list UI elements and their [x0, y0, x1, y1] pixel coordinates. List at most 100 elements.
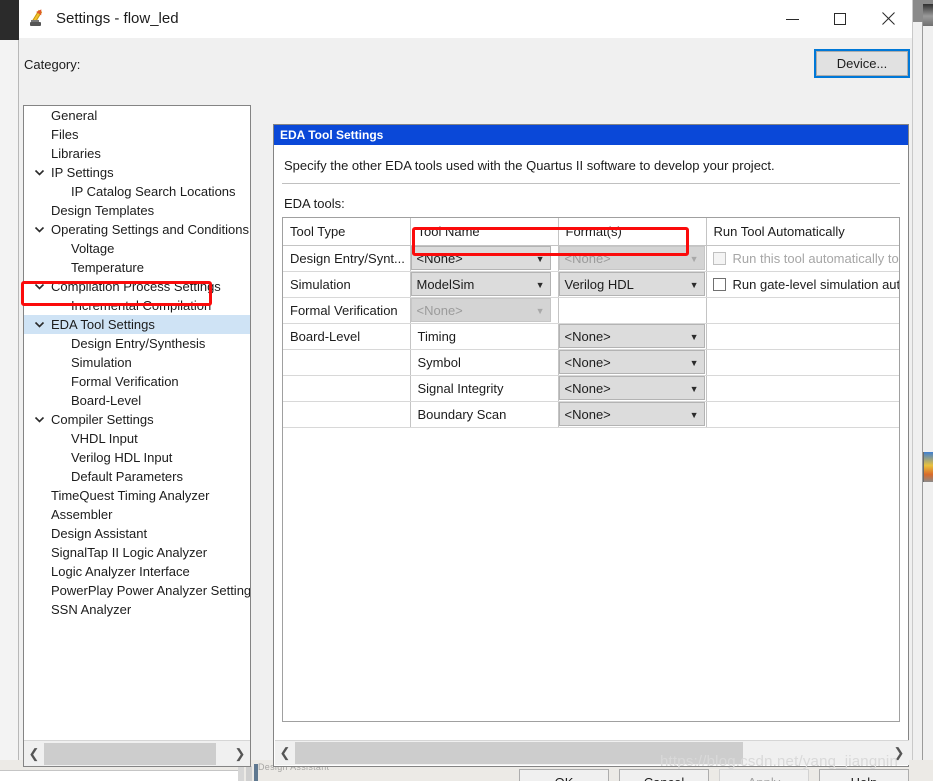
close-button[interactable] — [864, 0, 912, 38]
table-row[interactable]: Formal Verification <None> ▼ — [283, 297, 899, 324]
chevron-down-icon[interactable] — [33, 410, 46, 429]
pencil-icon — [28, 7, 50, 30]
sidebar-item-incremental-compilation[interactable]: Incremental Compilation — [24, 296, 250, 315]
run-tool-cell: Run this tool automatically to synth — [706, 245, 899, 272]
help-button[interactable]: Help — [819, 769, 909, 781]
cancel-button[interactable]: Cancel — [619, 769, 709, 781]
sidebar-item-verilog-hdl-input[interactable]: Verilog HDL Input — [24, 448, 250, 467]
chevron-down-icon[interactable] — [33, 220, 46, 239]
sidebar-item-compiler-settings[interactable]: Compiler Settings — [24, 410, 250, 429]
column-header: Tool Type — [283, 218, 411, 246]
empty-cell — [706, 349, 899, 376]
chevron-down-icon[interactable] — [33, 277, 46, 296]
sidebar-item-vhdl-input[interactable]: VHDL Input — [24, 429, 250, 448]
panel-scroll-track[interactable] — [295, 741, 889, 765]
format-dropdown[interactable]: Verilog HDL ▼ — [558, 272, 705, 296]
sidebar-item-general[interactable]: General — [24, 106, 250, 125]
sidebar-item-ip-catalog-search-locations[interactable]: IP Catalog Search Locations — [24, 182, 250, 201]
format-dropdown[interactable]: <None> ▼ — [558, 402, 705, 426]
sidebar-item-eda-tool-settings[interactable]: EDA Tool Settings — [24, 315, 250, 334]
sidebar-item-label: Logic Analyzer Interface — [51, 564, 190, 579]
sidebar-item-board-level[interactable]: Board-Level — [24, 391, 250, 410]
chevron-down-icon[interactable] — [33, 163, 46, 182]
sidebar-item-powerplay-power-analyzer-settings[interactable]: PowerPlay Power Analyzer Settings — [24, 581, 250, 600]
scroll-left-icon[interactable]: ❮ — [24, 741, 44, 766]
panel-scroll-thumb[interactable] — [295, 742, 743, 764]
format-cell: Verilog HDL ▼ — [558, 271, 707, 298]
sidebar-item-compilation-process-settings[interactable]: Compilation Process Settings — [24, 277, 250, 296]
panel-scroll-right-icon[interactable]: ❯ — [889, 741, 909, 765]
category-tree-scroll-track[interactable] — [44, 741, 230, 766]
table-row[interactable]: Boundary Scan <None> ▼ — [283, 401, 899, 428]
table-row[interactable]: Signal Integrity <None> ▼ — [283, 375, 899, 402]
format-dropdown[interactable]: <None> ▼ — [558, 350, 705, 374]
tool_name-dropdown[interactable]: <None> ▼ — [410, 246, 551, 270]
table-row[interactable]: Symbol <None> ▼ — [283, 349, 899, 376]
sidebar-item-label: Simulation — [71, 355, 132, 370]
format-dropdown[interactable]: <None> ▼ — [558, 376, 705, 400]
format-dropdown[interactable]: <None> ▼ — [558, 324, 705, 348]
tool_name-text: Signal Integrity — [410, 375, 559, 402]
maximize-button[interactable] — [816, 0, 864, 38]
panel-description: Specify the other EDA tools used with th… — [284, 158, 775, 173]
run-tool-cell: Run gate-level simulation automat — [706, 271, 899, 298]
sidebar-item-design-templates[interactable]: Design Templates — [24, 201, 250, 220]
sidebar-item-ssn-analyzer[interactable]: SSN Analyzer — [24, 600, 250, 619]
sidebar-item-voltage[interactable]: Voltage — [24, 239, 250, 258]
panel-hscrollbar[interactable]: ❮ ❯ — [275, 740, 909, 765]
format-cell: <None> ▼ — [558, 349, 707, 376]
tool-type-cell: Board-Level — [283, 323, 411, 350]
sidebar-item-libraries[interactable]: Libraries — [24, 144, 250, 163]
run-tool-checkbox[interactable] — [712, 277, 726, 291]
sidebar-item-label: General — [51, 108, 98, 123]
window-title: Settings - flow_led — [56, 10, 179, 27]
sidebar-item-temperature[interactable]: Temperature — [24, 258, 250, 277]
eda-tools-table-wrapper: Tool Type Tool Name Format(s) Run Tool Auto… — [282, 217, 900, 722]
format-dropdown-value: <None> — [564, 250, 611, 266]
chevron-down-icon: ▼ — [689, 410, 699, 420]
minimize-icon — [785, 18, 799, 20]
eda-tools-table: Tool Type Tool Name Format(s) Run Tool Auto… — [283, 218, 899, 428]
sidebar-item-simulation[interactable]: Simulation — [24, 353, 250, 372]
scroll-right-icon[interactable]: ❯ — [230, 741, 250, 766]
tool_name-dropdown[interactable]: ModelSim ▼ — [410, 272, 551, 296]
title-bar: Settings - flow_led — [19, 0, 912, 38]
sidebar-item-timequest-timing-analyzer[interactable]: TimeQuest Timing Analyzer — [24, 486, 250, 505]
sidebar-item-files[interactable]: Files — [24, 125, 250, 144]
tool_name-cell: <None> ▼ — [410, 245, 559, 272]
tool-type-cell — [283, 349, 411, 376]
sidebar-item-default-parameters[interactable]: Default Parameters — [24, 467, 250, 486]
tool-type-cell: Formal Verification — [283, 297, 411, 324]
sidebar-item-logic-analyzer-interface[interactable]: Logic Analyzer Interface — [24, 562, 250, 581]
sidebar-item-design-entry-synthesis[interactable]: Design Entry/Synthesis — [24, 334, 250, 353]
sidebar-item-label: Files — [51, 127, 79, 142]
background-toolbar-icon — [923, 452, 933, 482]
sidebar-item-formal-verification[interactable]: Formal Verification — [24, 372, 250, 391]
table-row[interactable]: Board-Level Timing <None> ▼ — [283, 323, 899, 350]
chevron-down-icon[interactable] — [33, 315, 46, 334]
device-button[interactable]: Device... — [814, 49, 910, 78]
sidebar-item-assembler[interactable]: Assembler — [24, 505, 250, 524]
sidebar-item-label: SignalTap II Logic Analyzer — [51, 545, 208, 560]
apply-button[interactable]: Apply — [719, 769, 809, 781]
tool-type-cell: Simulation — [283, 271, 411, 298]
sidebar-item-design-assistant[interactable]: Design Assistant — [24, 524, 250, 543]
category-tree[interactable]: General Files Libraries IP Settings IP Catal… — [24, 106, 250, 740]
category-tree-scroll-thumb[interactable] — [44, 742, 216, 765]
sidebar-item-operating-settings-and-conditions[interactable]: Operating Settings and Conditions — [24, 220, 250, 239]
category-tree-hscrollbar[interactable]: ❮ ❯ — [24, 740, 250, 766]
tool-type-cell — [283, 401, 411, 428]
panel-scroll-left-icon[interactable]: ❮ — [275, 741, 295, 765]
sidebar-item-signaltap-ii-logic-analyzer[interactable]: SignalTap II Logic Analyzer — [24, 543, 250, 562]
table-row[interactable]: Simulation ModelSim ▼ Verilog HDL ▼ Run gate-… — [283, 271, 899, 298]
panel-header: EDA Tool Settings — [274, 125, 908, 145]
sidebar-item-label: Compilation Process Settings — [51, 279, 221, 294]
table-row[interactable]: Design Entry/Synt... <None> ▼ <None> ▼ Run th… — [283, 245, 899, 272]
format-cell: <None> ▼ — [558, 401, 707, 428]
minimize-button[interactable] — [768, 0, 816, 38]
background-dark-strip — [0, 0, 19, 40]
column-header: Format(s) — [558, 218, 707, 246]
sidebar-item-ip-settings[interactable]: IP Settings — [24, 163, 250, 182]
tool_name-text: Timing — [410, 323, 559, 350]
ok-button[interactable]: OK — [519, 769, 609, 781]
